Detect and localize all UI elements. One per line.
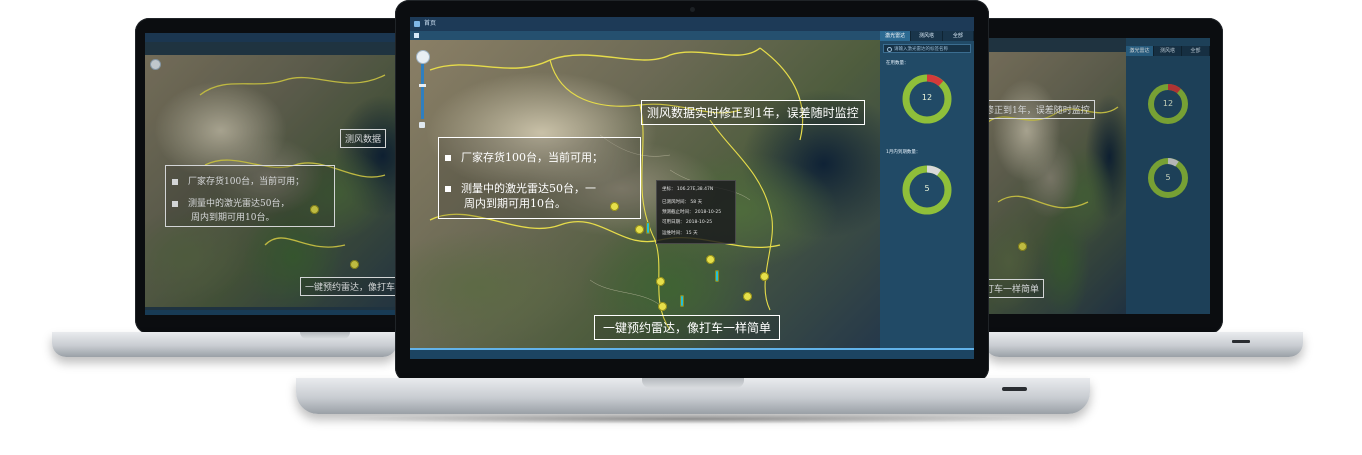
donut-expiring-value: 5 [924, 184, 930, 193]
main-map[interactable]: 测风数据实时修正到1年，误差随时监控 厂家存货100台，当前可用； 测量中的激光… [410, 40, 880, 350]
map-zoom-slider[interactable] [419, 64, 426, 119]
main-laptop-led [1002, 387, 1027, 391]
bullet-square-icon [445, 186, 451, 192]
donut-in-use-value: 12 [921, 93, 933, 102]
info-coords: 坐标： 106.27E,38.47N [662, 187, 714, 192]
tab-wind-tower[interactable]: 测风塔 [911, 31, 943, 41]
lidar-marker[interactable] [743, 292, 752, 301]
bullet-measuring: 测量中的激光雷达50台，一 [445, 180, 596, 196]
bullet-measuring-text: 测量中的激光雷达50台，一 [461, 182, 596, 195]
main-laptop-notch [642, 378, 744, 388]
bullet-inventory: 厂家存货100台，当前可用； [445, 149, 603, 165]
wind-tower-marker[interactable] [680, 295, 684, 307]
right-laptop-led [1232, 340, 1250, 343]
info-used-days: 已测风时间： 58 天 [662, 200, 703, 205]
lidar-marker[interactable] [610, 202, 619, 211]
app-subtoolbar [410, 31, 880, 40]
app-title-bar: 首页 [410, 17, 974, 31]
left-laptop-notch [300, 332, 350, 339]
main-laptop-shadow [330, 414, 1050, 424]
map-pan-icon[interactable] [419, 122, 425, 128]
lidar-info-popup: 坐标： 106.27E,38.47N 已测风时间： 58 天 预测截止时间： 2… [656, 180, 736, 244]
info-remaining: 运维时间： 15 天 [662, 231, 698, 236]
right-laptop-base [985, 332, 1303, 357]
label-expiring-month: 1月内到期数量： [886, 150, 921, 155]
lidar-side-panel: 激光雷达 测风塔 全部 请输入激光雷达的标签名称 在用数量： 12 1月内到期数… [880, 31, 974, 350]
callout-realtime-correction: 测风数据实时修正到1年，误差随时监控 [641, 100, 865, 125]
wind-tower-marker[interactable] [646, 222, 650, 234]
search-icon [887, 47, 892, 52]
panel-tab-bar: 激光雷达 测风塔 全部 [880, 31, 974, 41]
left-laptop-screen: 测风数据 厂家存货100台，当前可用； 测量中的激光雷达50台， 周内到期可用1… [145, 33, 415, 315]
main-app-screen: 首页 测风数据实时修正到1年，误差随时监控 厂家存货100台，当前可用； 测量中… [410, 17, 974, 359]
tab-all[interactable]: 全部 [942, 31, 974, 41]
left-dim-overlay [145, 33, 415, 315]
lidar-marker[interactable] [706, 255, 715, 264]
search-placeholder: 请输入激光雷达的标签名称 [894, 47, 948, 52]
app-status-bar [410, 350, 974, 359]
main-laptop-camera [690, 7, 695, 12]
info-deadline: 预测截止时间： 2018-10-25 [662, 210, 722, 215]
right-laptop-screen: 修正到1年，误差随时监控 打车一样简单 激光雷达 测风塔 全部 12 5 [988, 38, 1210, 314]
lidar-marker[interactable] [658, 302, 667, 311]
tab-lidar[interactable]: 激光雷达 [880, 31, 912, 41]
lidar-search-input[interactable]: 请输入激光雷达的标签名称 [883, 44, 971, 53]
toolbar-home-icon[interactable] [414, 33, 419, 38]
bullet-square-icon [445, 155, 451, 161]
label-in-use: 在用数量： [886, 61, 909, 66]
lidar-marker[interactable] [656, 277, 665, 286]
app-title[interactable]: 首页 [424, 20, 436, 27]
right-dim-overlay [988, 38, 1210, 314]
wind-tower-marker[interactable] [715, 270, 719, 282]
callout-one-click-booking: 一键预约雷达，像打车一样简单 [594, 315, 781, 340]
bullet-measuring-continuation: 周内到期可用10台。 [464, 197, 566, 210]
lidar-marker[interactable] [635, 225, 644, 234]
app-logo-icon [414, 21, 420, 27]
bullet-inventory-text: 厂家存货100台，当前可用； [461, 151, 603, 164]
map-zoom-knob[interactable] [416, 50, 430, 64]
lidar-marker[interactable] [760, 272, 769, 281]
app-status-line [410, 348, 974, 350]
info-available-date: 可用日期： 2018-10-25 [662, 220, 713, 225]
